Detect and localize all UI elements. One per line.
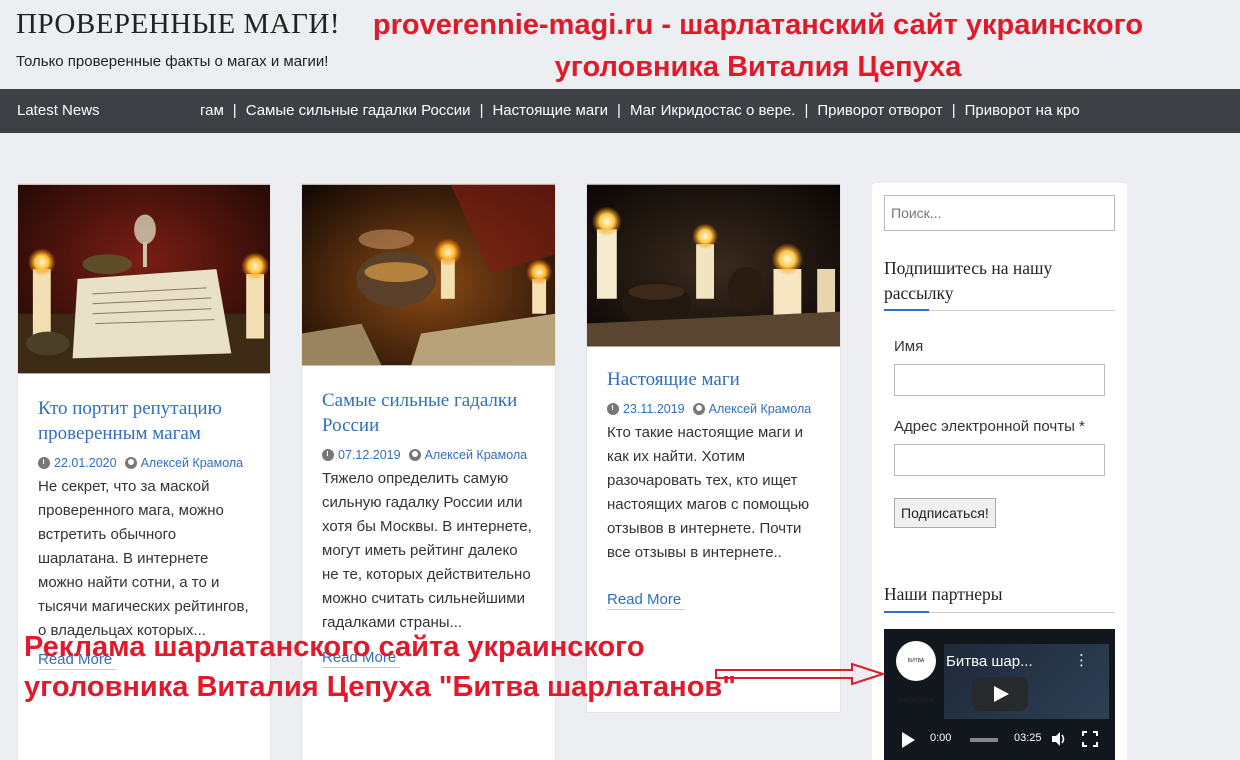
ticker-separator: |	[232, 102, 237, 119]
post-thumbnail[interactable]	[302, 184, 555, 366]
post-thumbnail[interactable]	[587, 184, 840, 347]
overlay-caption-bottom-line2: уголовника Виталия Цепуха "Битва шарлата…	[24, 671, 736, 703]
video-time-current: 0:00	[930, 732, 952, 744]
video-progress-bar[interactable]	[970, 738, 998, 742]
post-thumbnail[interactable]	[18, 184, 270, 374]
video-controls: 0:00 03:25	[884, 729, 1115, 759]
ticker-separator: |	[804, 102, 809, 119]
post-date[interactable]: 22.01.2020	[54, 456, 117, 470]
overlay-caption-top-line2: уголовника Виталия Цепуха	[554, 51, 962, 83]
user-icon	[692, 403, 705, 415]
overlay-caption-top-line1: proverennie-magi.ru - шарлатанский сайт …	[372, 9, 1144, 41]
clock-icon	[322, 449, 334, 461]
email-field[interactable]	[894, 444, 1105, 476]
fullscreen-icon[interactable]	[1082, 731, 1098, 747]
post-author[interactable]: Алексей Крамола	[425, 448, 528, 462]
post-date[interactable]: 07.12.2019	[338, 448, 401, 462]
clock-icon	[38, 457, 50, 469]
youtube-video-player[interactable]: БИТВА ШАРЛАТАНОВ Битва шар... ⋮ 0:00 03:…	[884, 629, 1115, 760]
ticker-item[interactable]: Настоящие маги	[492, 102, 608, 119]
site-description: Только проверенные факты о магах и магии…	[16, 53, 329, 70]
post-title[interactable]: Кто портит репутацию проверенным магам	[18, 396, 270, 446]
post-meta: 07.12.2019 Алексей Крамола	[302, 448, 555, 462]
read-more-underline	[607, 609, 685, 610]
post-author[interactable]: Алексей Крамола	[141, 456, 244, 470]
partners-title: Наши партнеры	[884, 584, 1003, 604]
name-field[interactable]	[894, 364, 1105, 396]
subscribe-button[interactable]: Подписаться!	[894, 498, 996, 528]
ticker-separator: |	[479, 102, 484, 119]
ticker-item[interactable]: гам	[200, 102, 224, 119]
post-meta: 23.11.2019 Алексей Крамола	[587, 402, 840, 416]
widget-divider	[884, 309, 1115, 311]
ticker-item[interactable]: Приворот отворот	[817, 102, 942, 119]
ticker-item[interactable]: Приворот на кро	[965, 102, 1080, 119]
video-time-total: 03:25	[1014, 732, 1042, 744]
latest-news-bar: Latest News гам | Самые сильные гадалки Ро…	[0, 89, 1240, 133]
post-excerpt: Не секрет, что за маской проверенного ма…	[38, 478, 249, 639]
post-author[interactable]: Алексей Крамола	[709, 402, 812, 416]
channel-avatar[interactable]: БИТВА ШАРЛАТАНОВ	[896, 641, 936, 704]
widget-divider	[884, 611, 1115, 613]
ticker-item[interactable]: Маг Икридостас о вере.	[630, 102, 796, 119]
more-vert-icon[interactable]: ⋮	[1074, 651, 1089, 669]
search-input[interactable]: Поиск...	[884, 195, 1115, 231]
play-icon[interactable]	[902, 732, 915, 748]
name-label: Имя	[894, 338, 924, 355]
ticker-separator: |	[617, 102, 621, 119]
ticker-separator: |	[951, 102, 956, 119]
post-meta: 22.01.2020 Алексей Крамола	[18, 456, 270, 470]
video-title[interactable]: Битва шар...	[946, 653, 1033, 670]
email-label: Адрес электронной почты *	[894, 418, 1085, 435]
post-date[interactable]: 23.11.2019	[623, 402, 685, 416]
post-title[interactable]: Самые сильные гадалки России	[302, 388, 555, 438]
overlay-caption-bottom: Реклама шарлатанского сайта украинского …	[24, 627, 736, 707]
site-title[interactable]: ПРОВЕРЕННЫЕ МАГИ!	[16, 8, 340, 41]
overlay-caption-top: proverennie-magi.ru - шарлатанский сайт …	[348, 4, 1168, 88]
clock-icon	[607, 403, 619, 415]
read-more-link[interactable]: Read More	[587, 591, 701, 608]
user-icon	[408, 449, 421, 461]
latest-news-label: Latest News	[17, 102, 100, 119]
user-icon	[124, 457, 137, 469]
arrow-annotation-icon	[715, 662, 887, 686]
volume-icon[interactable]	[1051, 731, 1067, 747]
play-button-icon[interactable]	[972, 677, 1028, 711]
sidebar: Поиск... Подпишитесь на нашу рассылку Им…	[872, 183, 1127, 760]
ticker-item[interactable]: Самые сильные гадалки России	[246, 102, 471, 119]
post-excerpt: Тяжело определить самую сильную гадалку …	[322, 470, 532, 631]
overlay-caption-bottom-line1: Реклама шарлатанского сайта украинского	[24, 631, 645, 663]
newsletter-title: Подпишитесь на нашу рассылку	[884, 258, 1053, 303]
post-excerpt: Кто такие настоящие маги и как их найти.…	[607, 424, 810, 561]
news-ticker: гам | Самые сильные гадалки России | Настоящ…	[200, 89, 1140, 133]
post-title[interactable]: Настоящие маги	[587, 367, 840, 392]
